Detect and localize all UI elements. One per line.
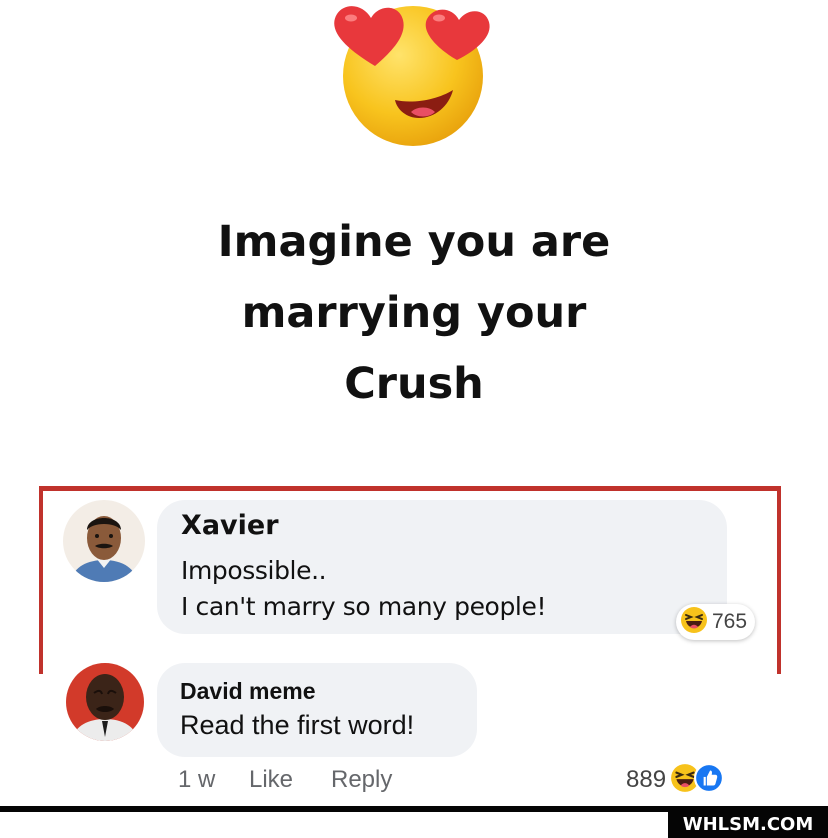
reply-button[interactable]: Reply (331, 766, 392, 794)
avatar[interactable] (66, 663, 144, 741)
headline-line: Crush (344, 359, 484, 409)
reaction-summary[interactable]: 889 (626, 762, 725, 798)
reaction-count: 889 (626, 766, 667, 793)
comment-time: 1 w (178, 766, 216, 793)
like-button[interactable]: Like (249, 766, 293, 794)
comment-author[interactable]: David meme (180, 678, 316, 705)
headline-line: marrying your (241, 288, 587, 338)
reaction-count: 765 (712, 610, 748, 633)
comment-text: Read the first word! (180, 710, 415, 740)
heart-eyes-emoji-icon (325, 0, 505, 150)
comment-text-line: Impossible.. (181, 556, 327, 585)
avatar[interactable] (63, 500, 145, 582)
like-reaction-icon (694, 763, 725, 797)
reaction-summary[interactable]: 765 (676, 604, 756, 640)
post-headline: Imagine you are marrying your Crush (0, 207, 828, 420)
watermark: WHLSM.COM (668, 812, 828, 838)
headline-line: Imagine you are (217, 217, 611, 267)
comment-author[interactable]: Xavier (181, 510, 279, 541)
comment-text-line: I can't marry so many people! (181, 592, 547, 621)
haha-reaction-icon (680, 606, 708, 638)
